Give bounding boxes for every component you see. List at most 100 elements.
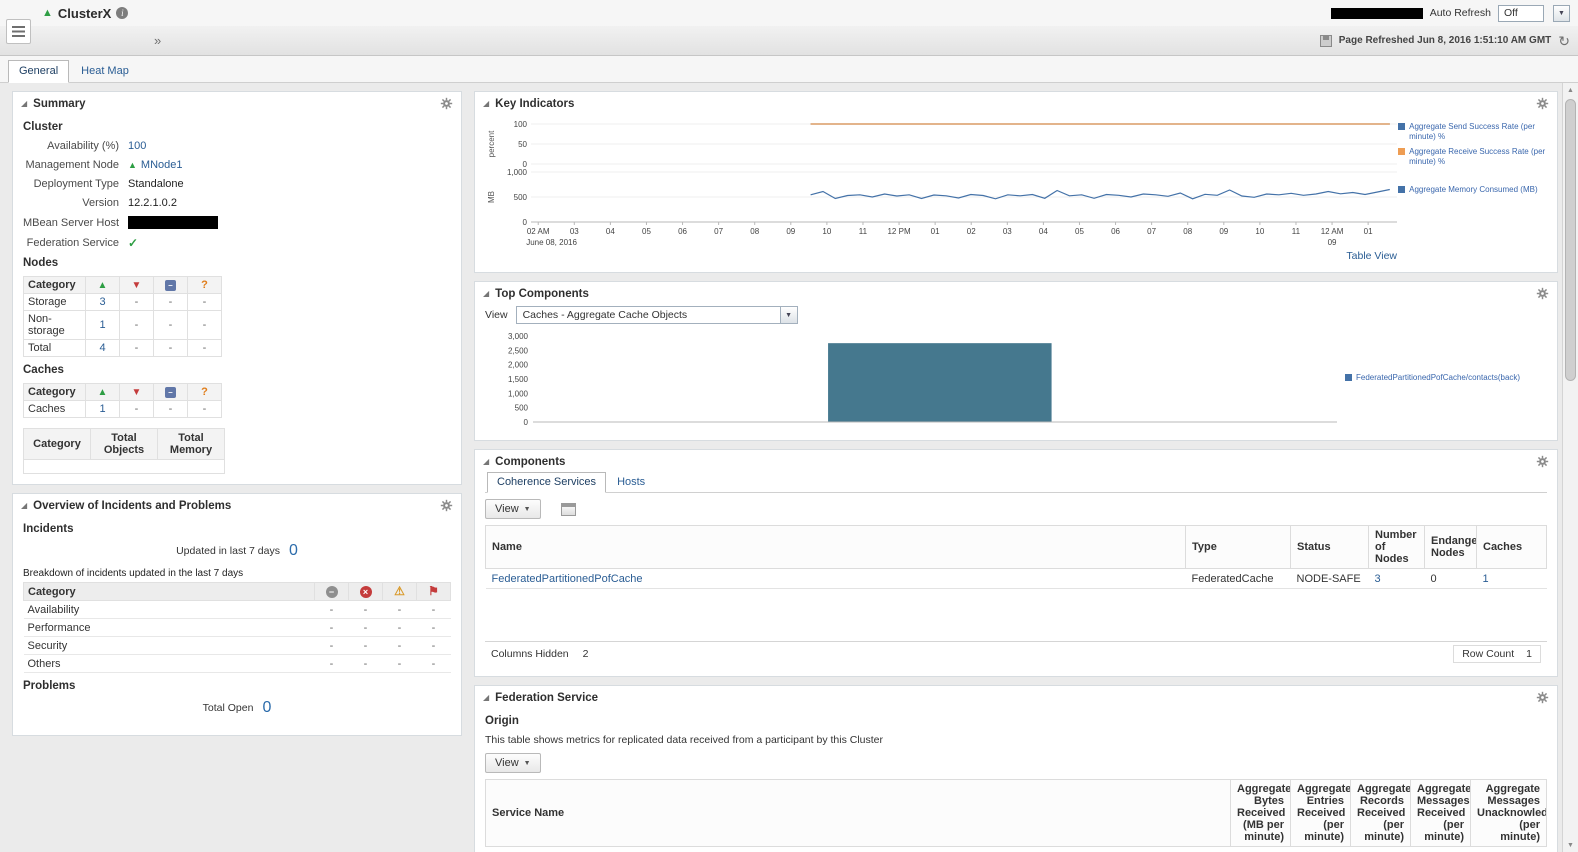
version-value: 12.2.1.0.2 [128,197,177,209]
collapse-icon[interactable]: ◢ [483,693,489,702]
coherence-services-table: Name Type Status Number of Nodes Endange… [485,525,1547,589]
columns-hidden-label: Columns Hidden [491,648,569,660]
svg-text:1,000: 1,000 [507,168,528,177]
svg-text:12 PM: 12 PM [887,227,910,236]
main-tabbar: General Heat Map [0,56,1578,83]
top-components-panel: ◢ Top Components View Caches - Aggregate… [474,281,1558,441]
content-area: ◢ Summary Cluster Availability (%) 100 M… [0,83,1578,852]
table-row: Non-storage 1 - - - [23,310,222,340]
svg-text:09: 09 [1219,227,1228,236]
caches-table: Category ▲ ▼ – ? Caches 1 - - - [23,383,222,418]
gear-icon[interactable] [440,499,453,512]
scroll-up-arrow-icon[interactable]: ▲ [1563,83,1578,97]
info-icon[interactable]: i [116,7,129,19]
panel-title: Key Indicators [495,97,575,110]
secondary-toolbar: » Page Refreshed Jun 8, 2016 1:51:10 AM … [0,26,1578,56]
svg-text:07: 07 [714,227,723,236]
total-open-count-link[interactable]: 0 [262,699,271,717]
chevron-down-icon: ▼ [523,759,531,767]
gear-icon[interactable] [1536,287,1549,300]
svg-text:11: 11 [859,227,868,236]
mbean-server-host-label: MBean Server Host [23,216,119,229]
tab-coherence-services[interactable]: Coherence Services [487,472,607,493]
view-menu-button[interactable]: View ▼ [485,499,541,519]
svg-text:3,000: 3,000 [508,332,529,341]
scroll-down-arrow-icon[interactable]: ▼ [1563,838,1578,852]
table-row: Others - - - - [23,654,451,673]
updated-count-link[interactable]: 0 [289,542,298,560]
nodes-table: Category ▲ ▼ – ? Storage 3 - - - Non-sto… [23,276,222,357]
svg-text:MB: MB [487,191,496,203]
svg-text:0: 0 [523,218,528,227]
scrollbar-thumb[interactable] [1565,99,1576,381]
tab-heat-map[interactable]: Heat Map [71,61,139,82]
svg-text:09: 09 [786,227,795,236]
key-indicators-panel: ◢ Key Indicators 0 50 100 percent 0 500 1,000 M… [474,91,1558,273]
collapse-icon[interactable]: ◢ [483,289,489,298]
svg-text:05: 05 [1075,227,1084,236]
node-up-icon: ▲ [128,160,137,170]
sidebar-toggle-button[interactable] [6,19,31,44]
cluster-brand: ▲ ClusterX i [42,6,129,21]
collapse-icon[interactable]: ◢ [21,99,27,108]
caches-up-count-link[interactable]: 1 [99,403,105,415]
gear-icon[interactable] [1536,691,1549,704]
svg-text:02: 02 [967,227,976,236]
caches-count-link[interactable]: 1 [1483,573,1489,585]
availability-label: Availability (%) [47,140,119,152]
storage-up-count-link[interactable]: 3 [99,296,105,308]
detach-icon[interactable] [560,502,576,516]
svg-text:10: 10 [1255,227,1264,236]
availability-value-link[interactable]: 100 [128,140,146,152]
panel-title: Summary [33,97,86,110]
tab-hosts[interactable]: Hosts [608,473,654,492]
collapse-icon[interactable]: ◢ [483,99,489,108]
service-name-link[interactable]: FederatedPartitionedPofCache [492,573,643,585]
svg-text:1,500: 1,500 [508,375,529,384]
table-row: Availability - - - - [23,600,451,619]
problems-heading: Problems [23,680,76,692]
nonstorage-up-count-link[interactable]: 1 [99,319,105,331]
table-view-link[interactable]: Table View [1346,250,1397,262]
caches-section-heading: Caches [23,364,64,376]
row-count-badge: Row Count 1 [1453,645,1541,663]
federation-service-panel: ◢ Federation Service Origin This table s… [474,685,1558,852]
gear-icon[interactable] [440,97,453,110]
caches-unknown-icon: ? [201,386,208,398]
gear-icon[interactable] [1536,455,1549,468]
svg-text:10: 10 [822,227,831,236]
nodes-down-icon: ▼ [131,280,142,291]
auto-refresh-dropdown-button[interactable]: ▼ [1553,4,1570,22]
version-label: Version [82,197,119,209]
incident-breakdown-table: Category − × ⚠ ⚑ Availability - - - - Pe… [23,582,451,673]
management-node-link[interactable]: MNode1 [141,159,183,171]
breadcrumb-expand-chevrons[interactable]: » [154,34,161,47]
refresh-icon[interactable]: ↻ [1558,34,1570,48]
svg-text:02 AM: 02 AM [527,227,550,236]
metric-select[interactable]: Caches - Aggregate Cache Objects ▼ [515,306,798,324]
view-menu-button[interactable]: View ▼ [485,753,541,773]
total-up-count-link[interactable]: 4 [99,342,105,354]
gear-icon[interactable] [1536,97,1549,110]
svg-text:03: 03 [570,227,579,236]
panel-title: Federation Service [495,691,599,704]
tab-general[interactable]: General [8,60,70,83]
svg-text:08: 08 [1183,227,1192,236]
management-node-label: Management Node [25,159,119,171]
warning-icon: ⚠ [394,584,405,598]
caches-up-icon: ▲ [97,387,108,398]
incidents-heading: Incidents [23,523,74,535]
collapse-icon[interactable]: ◢ [483,457,489,466]
panel-title: Overview of Incidents and Problems [33,499,232,512]
nodes-count-link[interactable]: 3 [1375,573,1381,585]
chevron-down-icon[interactable]: ▼ [780,306,798,324]
collapse-icon[interactable]: ◢ [21,501,27,510]
svg-text:500: 500 [514,193,528,202]
save-icon[interactable] [1319,34,1332,47]
vertical-scrollbar[interactable]: ▲ ▼ [1562,83,1578,852]
legend-swatch-send [1398,123,1406,130]
table-row: Storage 3 - - - [23,293,222,311]
auto-refresh-select[interactable]: Off [1498,4,1544,22]
total-open-label: Total Open [202,702,254,714]
federation-origin-table: Service Name Aggregate Bytes Received (M… [485,779,1547,852]
